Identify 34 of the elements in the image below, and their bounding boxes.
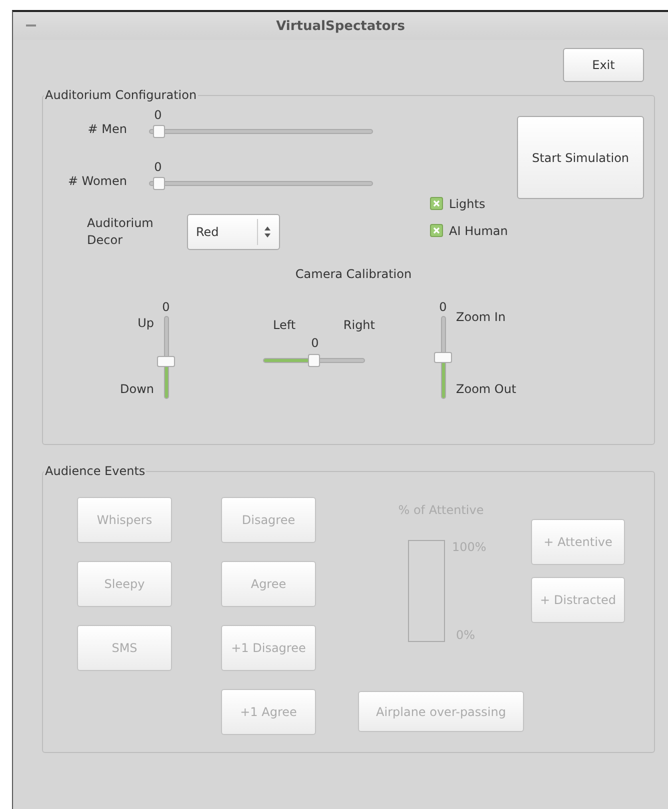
section-label: Camera Calibration xyxy=(294,267,413,281)
group-title: Audience Events xyxy=(44,464,146,478)
slider-value: 0 xyxy=(162,300,170,314)
cross-icon xyxy=(433,227,440,234)
slider-label: Zoom In xyxy=(456,310,507,324)
slider-thumb[interactable] xyxy=(157,356,175,367)
slider-value: 0 xyxy=(153,160,163,174)
spinner-arrows-icon xyxy=(264,226,271,238)
checkbox-label: AI Human xyxy=(449,224,508,238)
checkbox[interactable] xyxy=(430,197,443,210)
decor-dropdown[interactable]: Red xyxy=(187,214,280,250)
decor-label: Auditorium Decor xyxy=(87,215,154,249)
group-title: Auditorium Configuration xyxy=(44,88,198,102)
slider-label: Zoom Out xyxy=(456,382,516,396)
slider-label: Left xyxy=(273,318,296,332)
slider-thumb[interactable] xyxy=(153,125,165,138)
slider-label: # Women xyxy=(66,174,128,188)
window-title: VirtualSpectators xyxy=(276,18,405,34)
start-simulation-button[interactable]: Start Simulation xyxy=(517,116,644,199)
slider-value: 0 xyxy=(439,300,447,314)
slider-thumb[interactable] xyxy=(153,177,165,190)
slider-value: 0 xyxy=(310,336,320,350)
checkbox-label: Lights xyxy=(449,196,486,210)
checkbox[interactable] xyxy=(430,224,443,237)
slider-label: # Men xyxy=(86,122,128,136)
slider-value: 0 xyxy=(153,108,163,122)
slider-label: Down xyxy=(118,382,154,396)
cross-icon xyxy=(433,200,440,207)
slider-label: Right xyxy=(343,318,375,332)
exit-button[interactable]: Exit xyxy=(563,48,644,82)
slider-label: Up xyxy=(136,316,154,330)
slider-thumb[interactable] xyxy=(434,352,452,363)
slider-thumb[interactable] xyxy=(308,354,320,367)
minimize-icon[interactable] xyxy=(26,24,36,27)
